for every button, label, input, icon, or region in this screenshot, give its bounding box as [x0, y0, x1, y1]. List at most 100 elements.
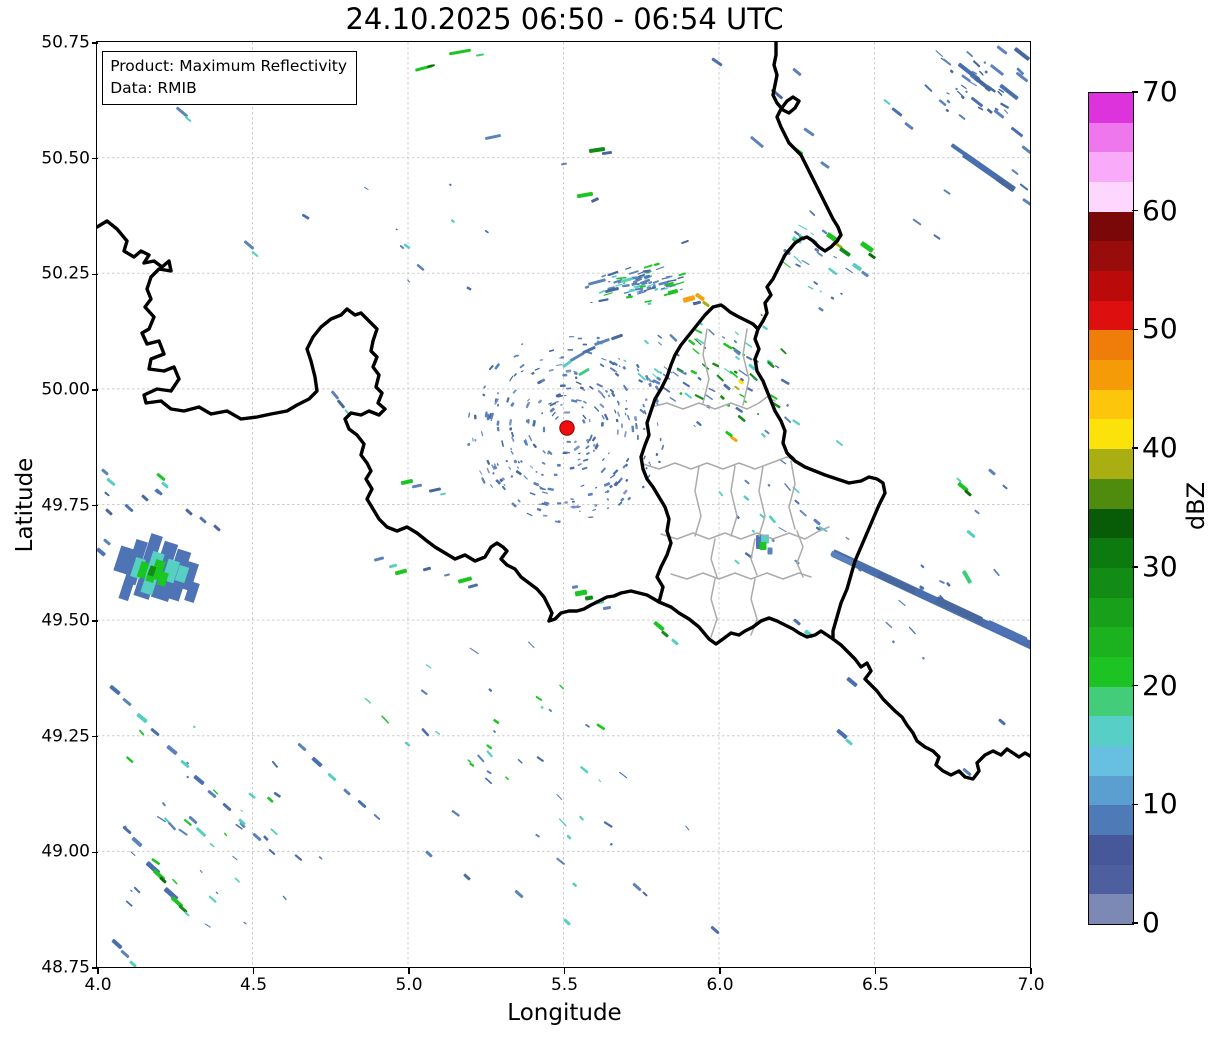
clutter-speckle — [559, 818, 567, 827]
radar-echo — [792, 68, 802, 77]
clutter-speckle — [364, 698, 372, 704]
clutter-speckle — [501, 440, 505, 448]
radar-echo — [846, 677, 858, 688]
clutter-speckle — [682, 381, 691, 388]
district-border — [710, 538, 718, 578]
clutter-speckle — [619, 772, 628, 779]
y-tick-label: 50.50 — [41, 148, 90, 169]
radar-echo — [184, 911, 190, 917]
y-tick-label: 50.00 — [41, 379, 90, 400]
radar-site-marker — [559, 420, 575, 436]
radar-echo — [603, 606, 612, 611]
clutter-speckle — [644, 300, 653, 303]
clutter-speckle — [541, 412, 544, 415]
colorbar-tick-mark — [1132, 922, 1138, 924]
radar-echo — [710, 926, 720, 935]
radar-echo — [653, 621, 665, 632]
clutter-speckle — [654, 368, 660, 374]
clutter-speckle — [263, 835, 269, 842]
clutter-speckle — [642, 485, 645, 489]
clutter-speckle — [566, 834, 572, 840]
colorbar-segment — [1089, 775, 1133, 806]
radar-echo — [702, 301, 710, 308]
clutter-speckle — [608, 452, 610, 455]
clutter-speckle — [396, 228, 398, 231]
radar-echo — [268, 849, 276, 856]
clutter-speckle — [509, 427, 513, 431]
clutter-speckle — [595, 487, 598, 489]
clutter-speckle — [672, 371, 680, 377]
clutter-speckle — [695, 329, 703, 334]
radar-echo — [933, 234, 941, 240]
y-tick-label: 49.00 — [41, 841, 90, 862]
clutter-speckle — [1000, 102, 1010, 109]
y-tick-label: 48.75 — [41, 957, 90, 978]
clutter-speckle — [510, 447, 513, 451]
colorbar-tick-mark — [1132, 210, 1138, 212]
clutter-speckle — [946, 92, 950, 95]
colorbar-segment — [1089, 537, 1133, 568]
clutter-speckle — [696, 421, 702, 427]
radar-echo — [988, 468, 996, 476]
clutter-speckle — [532, 443, 538, 449]
clutter-speckle — [509, 375, 514, 382]
radar-echo — [122, 826, 132, 835]
clutter-speckle — [793, 256, 803, 264]
clutter-speckle — [543, 514, 548, 517]
colorbar-segment — [1089, 270, 1133, 301]
clutter-speckle — [513, 354, 519, 358]
x-tick-mark — [97, 968, 99, 974]
radar-echo — [311, 757, 323, 768]
clutter-speckle — [795, 263, 802, 268]
clutter-speckle — [984, 70, 988, 74]
clutter-speckle — [946, 99, 951, 104]
clutter-speckle — [751, 529, 756, 534]
colorbar-segment — [1089, 597, 1133, 628]
x-tick-label: 7.0 — [1017, 975, 1045, 995]
clutter-speckle — [416, 264, 425, 272]
y-tick-mark — [92, 273, 98, 275]
radar-echo — [759, 542, 767, 551]
clutter-speckle — [364, 187, 369, 191]
clutter-speckle — [600, 467, 607, 474]
colorbar-segment — [1089, 804, 1133, 835]
district-border — [742, 328, 750, 406]
clutter-speckle — [723, 342, 733, 350]
radar-echo — [244, 240, 255, 250]
clutter-speckle — [596, 723, 606, 731]
clutter-speckle — [520, 370, 524, 373]
clutter-speckle — [172, 879, 178, 885]
clutter-speckle — [592, 509, 597, 512]
clutter-speckle — [767, 484, 771, 487]
clutter-speckle — [799, 509, 807, 517]
clutter-speckle — [733, 340, 738, 344]
clutter-speckle — [527, 419, 530, 424]
clutter-speckle — [690, 369, 698, 375]
y-tick-label: 49.75 — [41, 495, 90, 515]
radar-echo — [974, 509, 980, 515]
clutter-speckle — [566, 440, 572, 444]
clutter-speckle — [599, 290, 606, 295]
clutter-speckle — [502, 485, 506, 491]
clutter-speckle — [526, 512, 533, 517]
clutter-speckle — [594, 406, 600, 412]
clutter-speckle — [496, 392, 500, 395]
colorbar-segment — [1089, 122, 1133, 153]
clutter-speckle — [562, 452, 568, 455]
radar-echo — [1011, 169, 1019, 176]
clutter-speckle — [622, 366, 627, 370]
clutter-speckle — [946, 582, 951, 587]
clutter-speckle — [909, 626, 916, 635]
radar-echo — [1020, 183, 1029, 191]
clutter-speckle — [533, 482, 540, 487]
clutter-speckle — [669, 397, 677, 402]
clutter-speckle — [845, 537, 850, 541]
clutter-speckle — [209, 843, 215, 848]
x-tick-mark — [563, 968, 566, 974]
clutter-speckle — [549, 402, 557, 407]
clutter-speckle — [624, 431, 627, 438]
clutter-speckle — [606, 498, 610, 501]
radar-echo — [891, 107, 903, 117]
clutter-speckle — [623, 385, 628, 392]
clutter-speckle — [688, 339, 696, 346]
